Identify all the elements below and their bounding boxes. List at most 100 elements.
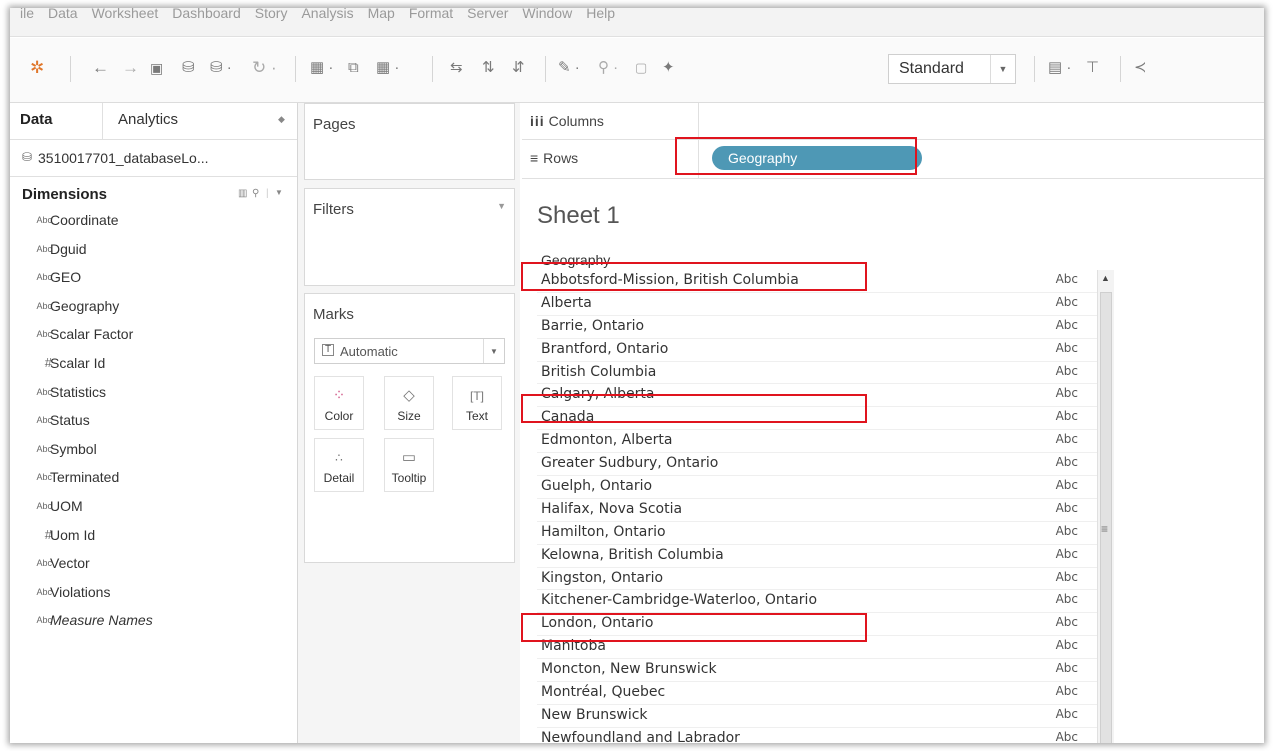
field-uom-id[interactable]: # Uom Id (10, 522, 297, 551)
abc-cell: Abc (1055, 523, 1078, 538)
tab-analytics[interactable]: Analytics (118, 111, 178, 128)
data-pane: Data Analytics ◆ ⛁ 3510017701_databaseLo… (10, 103, 298, 743)
string-type-icon: Abc (36, 415, 52, 426)
menu-window[interactable]: Window (522, 8, 572, 20)
menu-file[interactable]: ile (20, 8, 34, 20)
tableau-logo-icon[interactable]: ✲ (30, 58, 44, 78)
tab-data[interactable]: Data (20, 111, 53, 128)
geography-cell: New Brunswick (541, 706, 648, 723)
menu-dashboard[interactable]: Dashboard (172, 8, 241, 20)
field-coordinate[interactable]: Abc Coordinate (10, 207, 297, 236)
field-violations[interactable]: Abc Violations (10, 579, 297, 608)
duplicate-sheet-icon[interactable]: ⧉ (348, 58, 359, 78)
table-row[interactable]: Greater Sudbury, Ontario Abc (537, 453, 1097, 477)
field-statistics[interactable]: Abc Statistics (10, 379, 297, 408)
table-row[interactable]: Moncton, New Brunswick Abc (537, 659, 1097, 683)
fix-axes-icon[interactable]: ✦ (662, 58, 675, 78)
field-uom[interactable]: Abc UOM (10, 493, 297, 522)
menu-data[interactable]: Data (48, 8, 78, 20)
field-vector[interactable]: Abc Vector (10, 550, 297, 579)
clear-sheet-icon[interactable]: ▦ · (376, 58, 399, 78)
columns-icon: iii (530, 113, 545, 129)
scroll-thumb[interactable] (1100, 292, 1112, 743)
sort-descending-icon[interactable]: ⇵ (512, 58, 525, 78)
filters-shelf[interactable]: Filters ▼ (304, 188, 515, 286)
detail-icon: ∴ (335, 451, 343, 465)
menu-format[interactable]: Format (409, 8, 453, 20)
field-geography[interactable]: Abc Geography (10, 293, 297, 322)
abc-cell: Abc (1055, 546, 1078, 561)
group-icon[interactable]: ⚲ · (598, 58, 618, 78)
redo-icon[interactable]: → (122, 58, 139, 78)
table-row[interactable]: Hamilton, Ontario Abc (537, 522, 1097, 545)
pages-shelf[interactable]: Pages (304, 103, 515, 180)
share-icon[interactable]: ≺ (1134, 58, 1147, 78)
mark-type-dropdown[interactable]: T Automatic ▼ (314, 338, 505, 364)
divider: | (266, 188, 269, 199)
menu-help[interactable]: Help (586, 8, 615, 20)
table-row[interactable]: Kelowna, British Columbia Abc (537, 545, 1097, 568)
new-worksheet-icon[interactable]: ▦ · (310, 58, 333, 78)
view-toggle-icon[interactable]: ▥ (238, 188, 247, 199)
table-row[interactable]: Guelph, Ontario Abc (537, 476, 1097, 499)
undo-icon[interactable]: ← (92, 58, 109, 78)
table-row[interactable]: British Columbia Abc (537, 362, 1097, 385)
presentation-icon[interactable]: ⊤ (1086, 58, 1099, 78)
field-status[interactable]: Abc Status (10, 407, 297, 436)
save-icon[interactable]: ▣ (150, 58, 163, 78)
abc-cell: Abc (1055, 478, 1078, 493)
vertical-scrollbar[interactable]: ▲ ≡ (1097, 270, 1114, 743)
field-dguid[interactable]: Abc Dguid (10, 236, 297, 265)
menu-map[interactable]: Map (368, 8, 395, 20)
table-row[interactable]: Montréal, Quebec Abc (537, 682, 1097, 705)
sheet-title[interactable]: Sheet 1 (537, 202, 620, 230)
table-row[interactable]: Newfoundland and Labrador Abc (537, 728, 1097, 743)
field-symbol[interactable]: Abc Symbol (10, 436, 297, 465)
show-labels-icon[interactable]: ▢ (635, 58, 647, 78)
sort-ascending-icon[interactable]: ⇅ (482, 58, 495, 78)
menu-analysis[interactable]: Analysis (301, 8, 353, 20)
table-row[interactable]: Barrie, Ontario Abc (537, 316, 1097, 339)
tooltip-button[interactable]: ▭ Tooltip (384, 438, 434, 492)
menu-server[interactable]: Server (467, 8, 508, 20)
field-name: Geography (50, 297, 120, 314)
table-row[interactable]: Edmonton, Alberta Abc (537, 430, 1097, 454)
scroll-up-icon[interactable]: ▲ (1101, 273, 1110, 283)
datasource-item[interactable]: ⛁ 3510017701_databaseLo... (10, 140, 297, 177)
field-name: GEO (50, 269, 82, 286)
highlight-icon[interactable]: ✎ · (558, 58, 580, 78)
field-scalar-factor[interactable]: Abc Scalar Factor (10, 321, 297, 350)
fit-dropdown[interactable]: Standard ▼ (888, 54, 1016, 84)
field-scalar-id[interactable]: # Scalar Id (10, 350, 297, 379)
text-button[interactable]: [T] Text (452, 376, 502, 430)
menu-worksheet[interactable]: Worksheet (92, 8, 159, 20)
dimensions-header: Dimensions ▥ ⚲ | ▼ (10, 177, 297, 207)
search-icon[interactable]: ⚲ (252, 188, 259, 199)
table-row[interactable]: Kitchener-Cambridge-Waterloo, Ontario Abc (537, 590, 1097, 614)
show-me-icon[interactable]: ▤ · (1048, 58, 1071, 78)
table-row[interactable]: Kingston, Ontario Abc (537, 568, 1097, 591)
field-geo[interactable]: Abc GEO (10, 264, 297, 293)
field-measure-names[interactable]: Abc Measure Names (10, 607, 297, 636)
new-datasource-icon[interactable]: ⛁ (182, 58, 195, 78)
columns-shelf[interactable]: iii Columns (522, 103, 1264, 140)
chevron-down-icon[interactable]: ▼ (275, 188, 283, 197)
table-row[interactable]: Halifax, Nova Scotia Abc (537, 499, 1097, 522)
menu-story[interactable]: Story (255, 8, 288, 20)
color-button[interactable]: ⁘ Color (314, 376, 364, 430)
swap-rows-columns-icon[interactable]: ⇆ (450, 58, 463, 78)
pane-menu-icon[interactable]: ◆ (278, 114, 285, 125)
menu-bar: ile Data Worksheet Dashboard Story Analy… (10, 8, 1264, 37)
field-name: Violations (50, 583, 111, 600)
pause-updates-icon[interactable]: ⛁ · (210, 58, 232, 78)
table-row[interactable]: Brantford, Ontario Abc (537, 339, 1097, 362)
detail-button[interactable]: ∴ Detail (314, 438, 364, 492)
geography-cell: British Columbia (541, 363, 657, 380)
chevron-down-icon[interactable]: ▼ (497, 201, 506, 211)
field-name: Measure Names (50, 612, 153, 629)
table-row[interactable]: New Brunswick Abc (537, 705, 1097, 728)
size-button[interactable]: ◇ Size (384, 376, 434, 430)
refresh-icon[interactable]: ↻ · (252, 58, 277, 78)
table-row[interactable]: Alberta Abc (537, 293, 1097, 316)
field-terminated[interactable]: Abc Terminated (10, 464, 297, 493)
